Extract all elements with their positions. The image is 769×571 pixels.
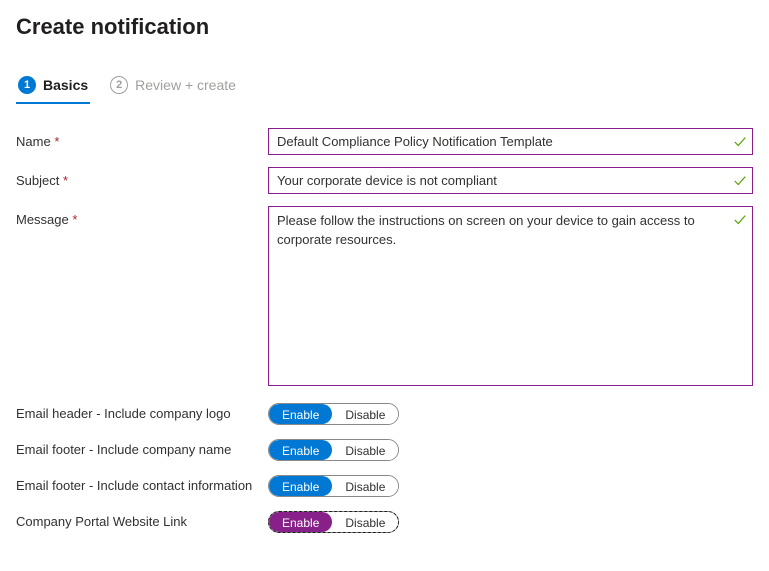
subject-field[interactable] (268, 167, 753, 194)
required-icon: * (63, 173, 68, 188)
label-header-logo: Email header - Include company logo (16, 403, 268, 421)
label-footer-name: Email footer - Include company name (16, 439, 268, 457)
toggle-footer-name[interactable]: Enable Disable (268, 439, 399, 461)
toggle-disable[interactable]: Disable (332, 404, 398, 424)
message-field[interactable] (268, 206, 753, 386)
label-message: Message * (16, 206, 268, 227)
toggle-enable[interactable]: Enable (269, 476, 332, 496)
toggle-enable[interactable]: Enable (269, 440, 332, 460)
checkmark-icon (733, 213, 747, 227)
toggle-disable[interactable]: Disable (332, 440, 398, 460)
toggle-footer-contact[interactable]: Enable Disable (268, 475, 399, 497)
toggle-enable[interactable]: Enable (269, 512, 332, 532)
tab-number-icon: 1 (18, 76, 36, 94)
toggle-header-logo[interactable]: Enable Disable (268, 403, 399, 425)
name-field[interactable] (268, 128, 753, 155)
page-title: Create notification (16, 14, 753, 40)
required-icon: * (72, 212, 77, 227)
checkmark-icon (733, 135, 747, 149)
toggle-disable[interactable]: Disable (332, 476, 398, 496)
toggle-disable[interactable]: Disable (332, 512, 398, 532)
label-name: Name * (16, 128, 268, 149)
tab-review-create[interactable]: 2 Review + create (108, 70, 238, 104)
toggle-enable[interactable]: Enable (269, 404, 332, 424)
toggle-portal-link[interactable]: Enable Disable (268, 511, 399, 533)
tab-label: Basics (43, 77, 88, 93)
checkmark-icon (733, 174, 747, 188)
label-portal-link: Company Portal Website Link (16, 511, 268, 529)
wizard-tabs: 1 Basics 2 Review + create (16, 70, 753, 108)
required-icon: * (54, 134, 59, 149)
label-footer-contact: Email footer - Include contact informati… (16, 475, 268, 493)
tab-basics[interactable]: 1 Basics (16, 70, 90, 104)
tab-label: Review + create (135, 77, 236, 93)
tab-number-icon: 2 (110, 76, 128, 94)
label-subject: Subject * (16, 167, 268, 188)
form-basics: Name * Subject * Message * (16, 128, 753, 533)
